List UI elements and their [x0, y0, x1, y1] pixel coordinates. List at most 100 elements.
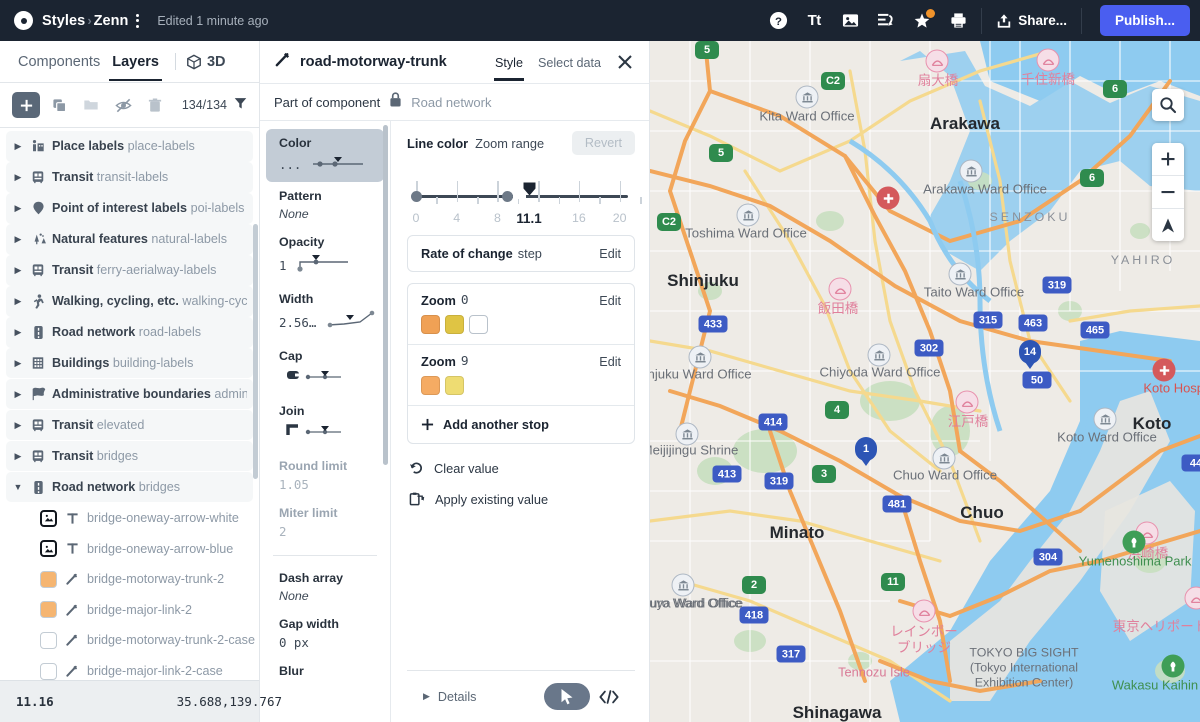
- map-canvas[interactable]: Arakawa Shinjuku Koto Chuo Minato Shinagawa Ki…: [650, 41, 1200, 722]
- color-swatch[interactable]: [40, 601, 57, 619]
- rate-of-change-edit[interactable]: Edit: [599, 247, 621, 261]
- tab-select-data[interactable]: Select data: [537, 44, 602, 81]
- zoom-stop-edit[interactable]: Edit: [599, 294, 621, 308]
- caret-right-icon[interactable]: ▶: [12, 141, 24, 152]
- filter-icon[interactable]: [234, 97, 247, 113]
- caret-right-icon[interactable]: ▶: [12, 265, 24, 276]
- property-round-limit[interactable]: Round limit 1.05: [266, 452, 384, 499]
- color-swatch[interactable]: [40, 662, 57, 680]
- layer-row-walking-cycling[interactable]: ▶ Walking, cycling, etc. walking-cycling: [6, 285, 253, 317]
- print-icon[interactable]: [943, 6, 973, 36]
- caret-right-icon[interactable]: ▶: [12, 358, 24, 369]
- map-zoom-controls[interactable]: [1152, 143, 1184, 241]
- layer-child-row[interactable]: bridge-motorway-trunk-2-case: [6, 625, 255, 656]
- slider-current-marker[interactable]: [523, 182, 536, 196]
- trash-icon[interactable]: [142, 92, 168, 118]
- layer-list[interactable]: ▶ Place labels place-labels ▶ Transit trans…: [0, 128, 259, 680]
- caret-right-icon[interactable]: ▶: [12, 296, 24, 307]
- layer-row-place-labels[interactable]: ▶ Place labels place-labels: [6, 131, 253, 162]
- caret-right-icon[interactable]: ▶: [12, 327, 24, 338]
- view-3d-toggle[interactable]: 3D: [186, 54, 226, 70]
- duplicate-icon[interactable]: [46, 92, 72, 118]
- caret-right-icon[interactable]: ▶: [12, 172, 24, 183]
- layer-child-row[interactable]: bridge-major-link-2: [6, 595, 253, 626]
- tab-layers[interactable]: Layers: [106, 43, 165, 81]
- layer-child-row[interactable]: bridge-motorway-trunk-2: [6, 564, 253, 595]
- caret-right-icon[interactable]: ▶: [12, 451, 24, 462]
- publish-button[interactable]: Publish...: [1099, 5, 1190, 36]
- search-icon[interactable]: [1152, 89, 1184, 121]
- layer-child-row[interactable]: bridge-oneway-arrow-white: [6, 503, 253, 534]
- property-gap-width[interactable]: Gap width 0 px: [266, 610, 384, 657]
- layer-row-ferry-aerialway-labels[interactable]: ▶ Transit ferry-aerialway-labels: [6, 254, 253, 286]
- zoom-range-slider[interactable]: 0 4 8 11.1 16 20: [410, 167, 642, 229]
- project-menu-icon[interactable]: [130, 10, 145, 32]
- caret-right-icon[interactable]: ▶: [12, 389, 24, 400]
- color-swatch[interactable]: [40, 570, 57, 588]
- color-swatch[interactable]: [445, 376, 464, 395]
- layer-row-elevated[interactable]: ▶ Transit elevated: [6, 409, 253, 441]
- add-layer-button[interactable]: [12, 92, 40, 118]
- brand[interactable]: Styles: [14, 11, 85, 30]
- zoom-out-button[interactable]: [1152, 176, 1184, 208]
- rate-of-change-row[interactable]: Rate of change step Edit: [408, 236, 634, 271]
- clear-value-action[interactable]: Clear value: [407, 455, 635, 482]
- zoom-stop-0[interactable]: Zoom 0 Edit: [408, 284, 634, 345]
- layer-row-bridges[interactable]: ▼ Road network bridges: [6, 471, 253, 503]
- cursor-mode-toggle[interactable]: [544, 683, 590, 710]
- property-list[interactable]: Color... Pattern None Opacity 1 Width 2.56… Cap…: [260, 121, 390, 722]
- tab-components[interactable]: Components: [12, 43, 106, 80]
- tab-style[interactable]: Style: [493, 44, 524, 81]
- layer-row-transit-labels[interactable]: ▶ Transit transit-labels: [6, 161, 253, 193]
- color-swatch[interactable]: [469, 315, 488, 334]
- property-miter-limit[interactable]: Miter limit 2: [266, 499, 384, 546]
- eye-off-icon[interactable]: [110, 92, 136, 118]
- magic-icon[interactable]: [907, 6, 937, 36]
- layer-row-admin[interactable]: ▶ Administrative boundaries admin: [6, 378, 253, 410]
- layer-row-poi-labels[interactable]: ▶ Point of interest labels poi-labels: [6, 192, 253, 224]
- layer-row-bridges[interactable]: ▶ Transit bridges: [6, 440, 253, 472]
- add-stop-button[interactable]: Add another stop: [408, 406, 634, 443]
- property-cap[interactable]: Cap: [266, 342, 384, 397]
- compass-icon[interactable]: [1152, 209, 1184, 241]
- zoom-in-button[interactable]: [1152, 143, 1184, 175]
- text-tool-icon[interactable]: Tt: [799, 6, 829, 36]
- component-name[interactable]: Road network: [411, 95, 491, 110]
- property-opacity[interactable]: Opacity 1: [266, 228, 384, 285]
- revert-button[interactable]: Revert: [571, 131, 635, 155]
- layers-scrollbar[interactable]: [253, 224, 258, 479]
- color-swatch[interactable]: [445, 315, 464, 334]
- property-blur[interactable]: Blur: [266, 657, 384, 689]
- help-icon[interactable]: ?: [763, 6, 793, 36]
- layers-order-icon[interactable]: [871, 6, 901, 36]
- map-search-control[interactable]: [1152, 89, 1184, 121]
- code-icon[interactable]: [599, 689, 619, 705]
- image-tool-icon[interactable]: [835, 6, 865, 36]
- close-icon[interactable]: [615, 52, 635, 72]
- breadcrumb-project[interactable]: Zenn: [94, 13, 129, 29]
- apply-existing-value-action[interactable]: Apply existing value: [407, 486, 635, 513]
- layer-row-building-labels[interactable]: ▶ Buildings building-labels: [6, 347, 253, 379]
- property-width[interactable]: Width 2.56…: [266, 285, 384, 342]
- caret-down-icon[interactable]: ▼: [12, 482, 24, 492]
- slider-stop-handle-0[interactable]: [410, 191, 422, 202]
- share-button[interactable]: Share...: [990, 8, 1073, 34]
- image-swatch[interactable]: [40, 540, 57, 558]
- property-color[interactable]: Color...: [266, 129, 384, 182]
- property-join[interactable]: Join: [266, 397, 384, 452]
- color-swatch[interactable]: [40, 631, 57, 649]
- layer-child-row[interactable]: bridge-oneway-arrow-blue: [6, 533, 253, 564]
- caret-right-icon[interactable]: ▶: [12, 420, 24, 431]
- zoom-stop-edit[interactable]: Edit: [599, 355, 621, 369]
- caret-right-icon[interactable]: ▶: [12, 203, 24, 214]
- folder-icon[interactable]: [78, 92, 104, 118]
- layer-row-road-labels[interactable]: ▶ Road network road-labels: [6, 316, 253, 348]
- details-toggle[interactable]: ▶ Details: [423, 690, 476, 704]
- image-swatch[interactable]: [40, 509, 57, 527]
- layer-row-natural-labels[interactable]: ▶ Natural features natural-labels: [6, 223, 253, 255]
- property-pattern[interactable]: Pattern None: [266, 182, 384, 228]
- color-swatch[interactable]: [421, 376, 440, 395]
- slider-stop-handle-1[interactable]: [502, 191, 514, 202]
- property-scrollbar[interactable]: [383, 125, 388, 465]
- color-swatch[interactable]: [421, 315, 440, 334]
